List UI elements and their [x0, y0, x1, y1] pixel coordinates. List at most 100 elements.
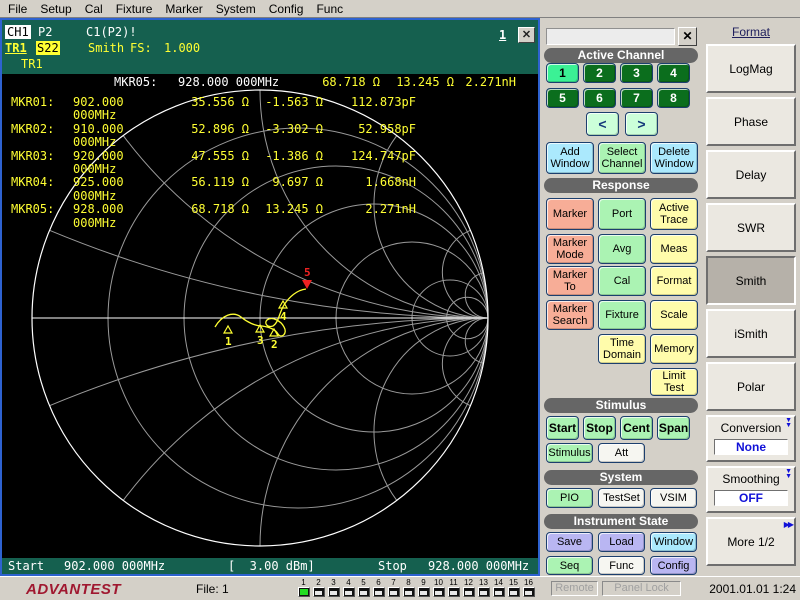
button-time-domain[interactable]: Time Domain [598, 334, 646, 364]
button-active-trace[interactable]: Active Trace [650, 198, 698, 230]
app-root: File Setup Cal Fixture Marker System Config Fun… [0, 0, 800, 600]
page-button-13[interactable] [478, 587, 490, 597]
softkey-more-1-2[interactable]: More 1/2▶▶ [706, 517, 796, 566]
channel-prev-button[interactable]: < [586, 112, 619, 136]
cal-status-label: C1(P2)! [86, 25, 137, 39]
button-add-window[interactable]: Add Window [546, 142, 594, 174]
softkey-smoothing[interactable]: SmoothingOFF▼ ▼ [706, 466, 796, 513]
page-button-9[interactable] [418, 587, 430, 597]
button-cal[interactable]: Cal [598, 266, 646, 296]
channel-next-button[interactable]: > [625, 112, 658, 136]
button-marker[interactable]: Marker [546, 198, 594, 230]
menu-system[interactable]: System [216, 2, 256, 16]
softkey-polar[interactable]: Polar [706, 362, 796, 411]
page-button-14[interactable] [493, 587, 505, 597]
channel-button-7[interactable]: 7 [620, 88, 653, 108]
double-down-icon: ▼ ▼ [785, 469, 792, 479]
softkey-swr[interactable]: SWR [706, 203, 796, 252]
page-button-11[interactable] [448, 587, 460, 597]
channel-button-1[interactable]: 1 [546, 63, 579, 83]
softkey-label: Phase [734, 115, 768, 129]
channel-button-3[interactable]: 3 [620, 63, 653, 83]
button-stimulus[interactable]: Stimulus [546, 443, 593, 463]
page-button-7[interactable] [388, 587, 400, 597]
button-func[interactable]: Func [598, 556, 645, 575]
format-label: Smith [88, 41, 124, 55]
softkey-column: Format LogMagPhaseDelaySWRSmithiSmithPol… [702, 18, 800, 576]
button-delete-window[interactable]: Delete Window [650, 142, 698, 174]
button-marker-mode[interactable]: Marker Mode [546, 234, 594, 264]
button-limit-test[interactable]: Limit Test [650, 368, 698, 396]
button-pio[interactable]: PIO [546, 488, 593, 508]
page-button-16[interactable] [523, 587, 535, 597]
softkey-phase[interactable]: Phase [706, 97, 796, 146]
button-port[interactable]: Port [598, 198, 646, 230]
page-button-15[interactable] [508, 587, 520, 597]
button-marker-search[interactable]: Marker Search [546, 300, 594, 330]
button-seq[interactable]: Seq [546, 556, 593, 575]
menu-func[interactable]: Func [316, 2, 343, 16]
softkey-ismith[interactable]: iSmith [706, 309, 796, 358]
button-fixture[interactable]: Fixture [598, 300, 646, 330]
button-vsim[interactable]: VSIM [650, 488, 697, 508]
page-slot-13: 13 [476, 578, 491, 597]
button-meas[interactable]: Meas [650, 234, 698, 264]
button-scale[interactable]: Scale [650, 300, 698, 330]
panel-title-bar[interactable] [546, 28, 675, 45]
button-memory[interactable]: Memory [650, 334, 698, 364]
channel-button-5[interactable]: 5 [546, 88, 579, 108]
softkey-logmag[interactable]: LogMag [706, 44, 796, 93]
page-button-10[interactable] [433, 587, 445, 597]
button-load[interactable]: Load [598, 532, 645, 552]
close-icon[interactable]: ✕ [678, 27, 697, 46]
softkey-delay[interactable]: Delay [706, 150, 796, 199]
page-button-4[interactable] [343, 587, 355, 597]
button-select-channel[interactable]: Select Channel [598, 142, 646, 174]
page-number: 14 [491, 578, 506, 587]
status-bar: ADVANTEST File: 1 1234567891011121314151… [0, 576, 800, 600]
button-marker-to[interactable]: Marker To [546, 266, 594, 296]
page-button-3[interactable] [328, 587, 340, 597]
button-testset[interactable]: TestSet [598, 488, 645, 508]
marker-1-icon [224, 326, 232, 333]
menu-cal[interactable]: Cal [85, 2, 103, 16]
page-slot-12: 12 [461, 578, 476, 597]
page-button-6[interactable] [373, 587, 385, 597]
page-button-8[interactable] [403, 587, 415, 597]
stop-label: Stop [378, 559, 407, 573]
page-button-5[interactable] [358, 587, 370, 597]
button-stop[interactable]: Stop [583, 416, 616, 440]
button-avg[interactable]: Avg [598, 234, 646, 264]
softkey-smith[interactable]: Smith [706, 256, 796, 305]
menu-setup[interactable]: Setup [40, 2, 71, 16]
channel-button-2[interactable]: 2 [583, 63, 616, 83]
button-save[interactable]: Save [546, 532, 593, 552]
channel-button-6[interactable]: 6 [583, 88, 616, 108]
double-right-icon: ▶▶ [784, 520, 792, 529]
button-span[interactable]: Span [657, 416, 690, 440]
page-button-12[interactable] [463, 587, 475, 597]
page-slot-1: 1 [296, 578, 311, 597]
button-config[interactable]: Config [650, 556, 697, 575]
softkey-value: None [714, 439, 788, 455]
menu-fixture[interactable]: Fixture [116, 2, 153, 16]
page-button-1[interactable] [298, 587, 310, 597]
button-window[interactable]: Window [650, 532, 697, 552]
smith-reactance-arc [374, 318, 488, 500]
button-cent[interactable]: Cent [620, 416, 653, 440]
menu-config[interactable]: Config [269, 2, 304, 16]
menu-marker[interactable]: Marker [165, 2, 202, 16]
button-start[interactable]: Start [546, 416, 579, 440]
button-format[interactable]: Format [650, 266, 698, 296]
page-button-2[interactable] [313, 587, 325, 597]
stop-value: 928.000 000MHz [428, 559, 529, 573]
page-number: 9 [416, 578, 431, 587]
close-icon[interactable]: ✕ [518, 27, 535, 43]
channel-button-8[interactable]: 8 [657, 88, 690, 108]
page-slot-7: 7 [386, 578, 401, 597]
page-number: 6 [371, 578, 386, 587]
channel-button-4[interactable]: 4 [657, 63, 690, 83]
button-att[interactable]: Att [598, 443, 645, 463]
menu-file[interactable]: File [8, 2, 27, 16]
softkey-conversion[interactable]: ConversionNone▼ ▼ [706, 415, 796, 462]
